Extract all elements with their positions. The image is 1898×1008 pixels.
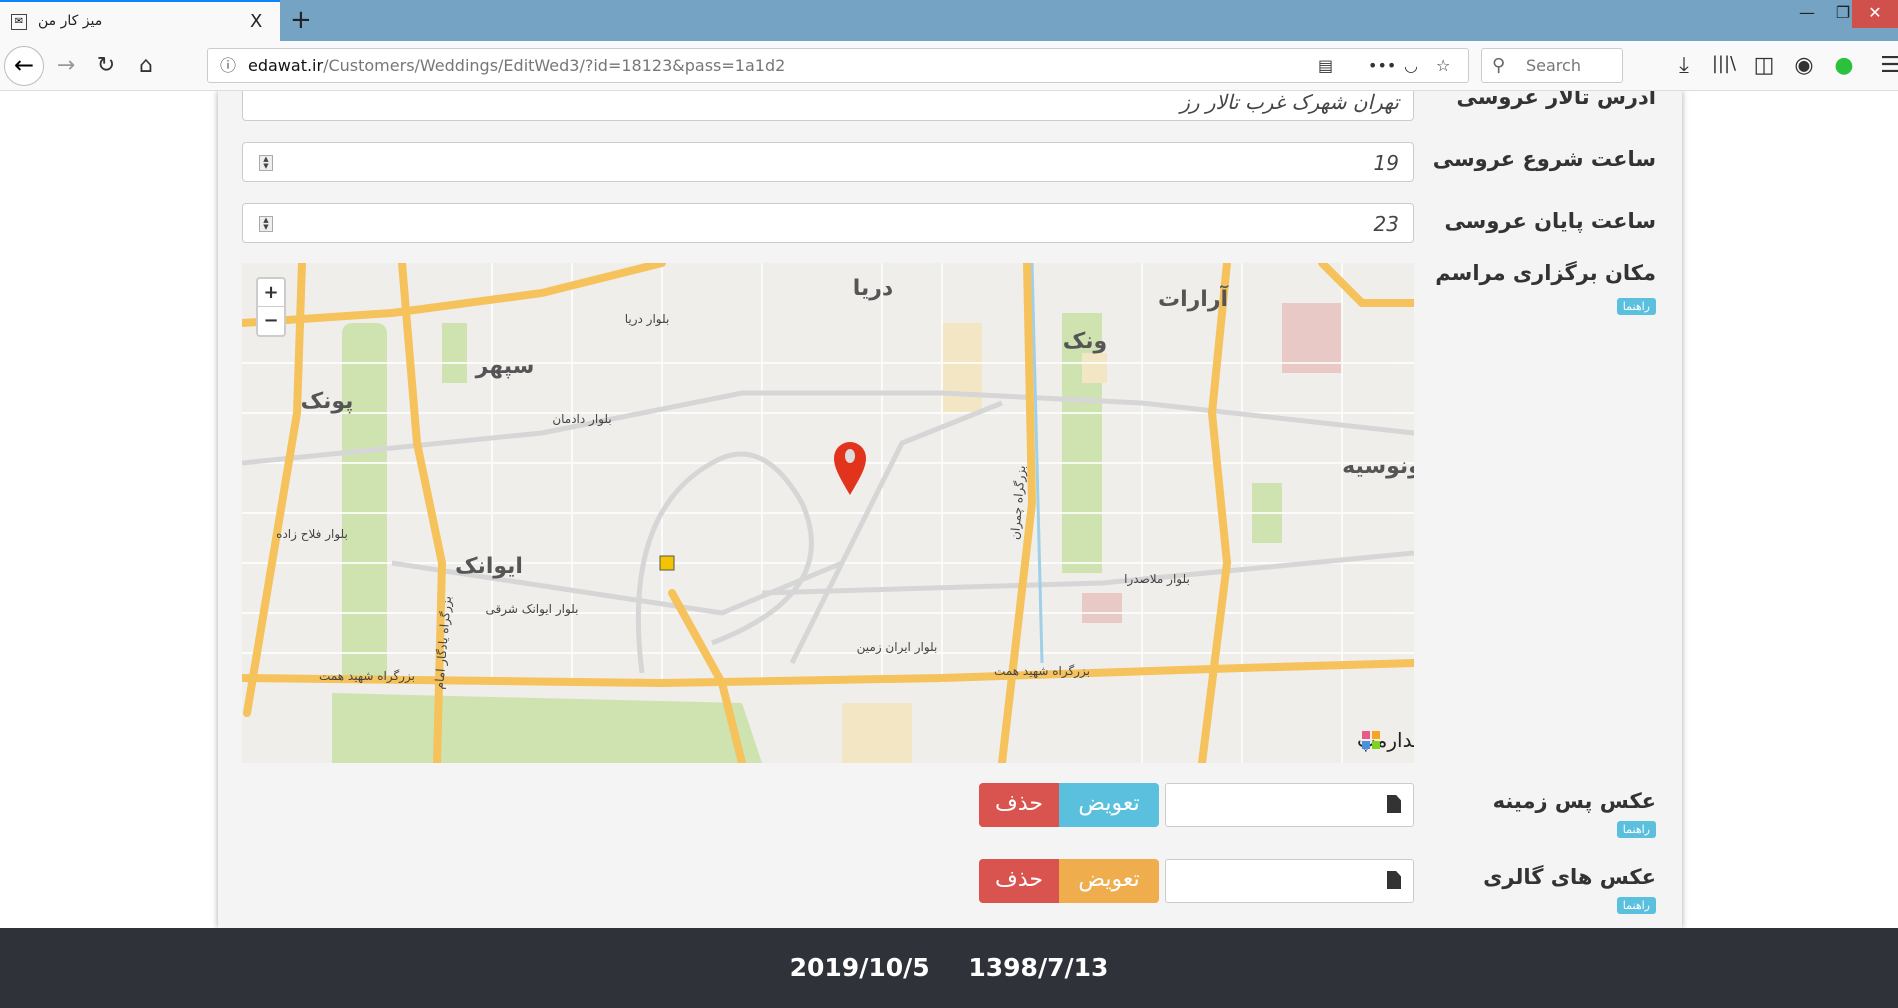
background-help-badge[interactable]: راهنما: [1616, 821, 1656, 838]
park-area: [442, 323, 467, 383]
start-hour-input[interactable]: 19 ▲ ▼: [242, 142, 1414, 182]
park-area: [332, 693, 762, 763]
account-icon[interactable]: ◉: [1790, 53, 1818, 78]
library-icon[interactable]: |||\: [1710, 53, 1738, 74]
tab-close-icon[interactable]: X: [250, 11, 262, 32]
hemmat-highway: [242, 659, 1414, 688]
road-label: بلوار دریا: [625, 312, 670, 327]
place-label: ایوانک: [455, 554, 523, 579]
place-label: سپهر: [475, 354, 535, 379]
gregorian-date: 2019/10/5: [789, 953, 930, 982]
spinner-icon[interactable]: ▲ ▼: [259, 216, 273, 232]
reload-icon[interactable]: ↻: [92, 53, 120, 78]
place-label: ونوسیه: [1342, 454, 1414, 479]
new-tab-button[interactable]: +: [290, 5, 312, 35]
pocket-icon[interactable]: ◡: [1404, 49, 1418, 82]
start-hour-label: ساعت شروع عروسی: [1432, 147, 1656, 171]
file-icon: [1387, 871, 1401, 889]
delete-background-button[interactable]: حذف: [979, 783, 1059, 827]
nav-toolbar: ← → ↻ ⌂ ⓘ edawat.ir/Customers/Weddings/E…: [0, 41, 1898, 91]
end-hour-input[interactable]: 23 ▲ ▼: [242, 203, 1414, 243]
road-label: بلوار فلاح زاده: [276, 527, 348, 542]
edit-wedding-form: تهران شهرک غرب تالار رز آدرس تالار عروسی…: [218, 91, 1682, 928]
road-label: بزرگراه یادگار امام: [432, 595, 455, 690]
sidebar-icon[interactable]: ◫: [1750, 53, 1778, 78]
info-icon[interactable]: ⓘ: [220, 49, 236, 82]
persian-date: 1398/7/13: [968, 953, 1109, 982]
location-label: مکان برگزاری مراسم: [1435, 261, 1656, 285]
replace-gallery-button[interactable]: تعویض: [1059, 859, 1159, 903]
address-input[interactable]: تهران شهرک غرب تالار رز: [242, 91, 1414, 121]
menu-icon[interactable]: ☰: [1876, 53, 1898, 78]
map-zoom-control: + −: [256, 277, 286, 337]
land-area: [942, 323, 982, 413]
search-input[interactable]: ⚲ Search: [1481, 48, 1623, 83]
browser-tab[interactable]: ✉ میز کار من X: [0, 0, 280, 41]
forward-icon[interactable]: →: [52, 53, 80, 78]
metro-icon: [659, 555, 675, 571]
url-bar[interactable]: ⓘ edawat.ir/Customers/Weddings/EditWed3/…: [207, 48, 1469, 83]
gallery-file-input[interactable]: [1165, 859, 1414, 903]
gallery-help-badge[interactable]: راهنما: [1616, 897, 1656, 914]
location-help-badge[interactable]: راهنما: [1616, 298, 1656, 315]
footer: 2019/10/5 1398/7/13: [0, 928, 1898, 1008]
url-path: /Customers/Weddings/EditWed3/?id=18123&p…: [323, 56, 786, 75]
more-icon[interactable]: •••: [1368, 49, 1396, 82]
end-hour-value: 23: [1373, 212, 1399, 236]
location-map[interactable]: سپهر پونک ایوانک دریا ونک آرارات ونوسیه …: [242, 263, 1414, 763]
road-label: بلوار ایوانک شرقی: [486, 602, 579, 617]
address-value: تهران شهرک غرب تالار رز: [1180, 91, 1399, 114]
download-icon[interactable]: ⤓: [1670, 53, 1698, 78]
window-close-icon[interactable]: ✕: [1852, 0, 1898, 28]
url-host: edawat.ir: [248, 56, 324, 75]
land-area: [842, 703, 912, 763]
place-label: ونک: [1063, 329, 1107, 354]
road: [789, 400, 1003, 665]
search-placeholder: Search: [1526, 56, 1581, 75]
file-icon: [1387, 795, 1401, 813]
background-file-input[interactable]: [1165, 783, 1414, 827]
back-icon[interactable]: ←: [4, 46, 44, 86]
park-area: [342, 323, 387, 683]
place-label: دریا: [853, 276, 893, 301]
zoom-in-button[interactable]: +: [258, 279, 284, 307]
highway: [1318, 263, 1414, 307]
bookmark-star-icon[interactable]: ☆: [1436, 49, 1450, 82]
road-label: بلوار دادمان: [552, 412, 611, 427]
address-label: آدرس تالار عروسی: [1456, 91, 1656, 109]
reader-view-icon[interactable]: ▤: [1318, 49, 1333, 82]
spinner-icon[interactable]: ▲ ▼: [259, 155, 273, 171]
delete-gallery-button[interactable]: حذف: [979, 859, 1059, 903]
land-area: [1082, 353, 1107, 383]
tab-title: میز کار من: [38, 13, 103, 29]
road-label: بزرگراه شهید همت: [994, 664, 1090, 679]
gallery-photos-label: عکس های گالری: [1483, 865, 1656, 889]
land-area: [1082, 593, 1122, 623]
zoom-out-button[interactable]: −: [258, 307, 284, 335]
map-tiles: سپهر پونک ایوانک دریا ونک آرارات ونوسیه …: [242, 263, 1414, 763]
extension-check-icon[interactable]: ●: [1830, 53, 1858, 78]
road-label: بزرگراه شهید همت: [319, 669, 415, 684]
favicon-icon: ✉: [11, 14, 27, 30]
location-marker-icon[interactable]: [834, 442, 866, 495]
end-hour-label: ساعت پایان عروسی: [1444, 209, 1656, 233]
place-label: آرارات: [1158, 284, 1229, 312]
place-label: پونک: [301, 389, 354, 414]
search-icon: ⚲: [1492, 55, 1506, 76]
road-label: بلوار ملاصدرا: [1124, 572, 1190, 587]
background-photo-label: عکس پس زمینه: [1492, 789, 1656, 813]
tab-bar: ✉ میز کار من X + — ❐ ✕: [0, 0, 1898, 41]
start-hour-value: 19: [1373, 151, 1399, 175]
road-label: بلوار ایران زمین: [857, 640, 938, 655]
replace-background-button[interactable]: تعویض: [1059, 783, 1159, 827]
home-icon[interactable]: ⌂: [132, 53, 160, 78]
page-content: تهران شهرک غرب تالار رز آدرس تالار عروسی…: [0, 91, 1898, 928]
